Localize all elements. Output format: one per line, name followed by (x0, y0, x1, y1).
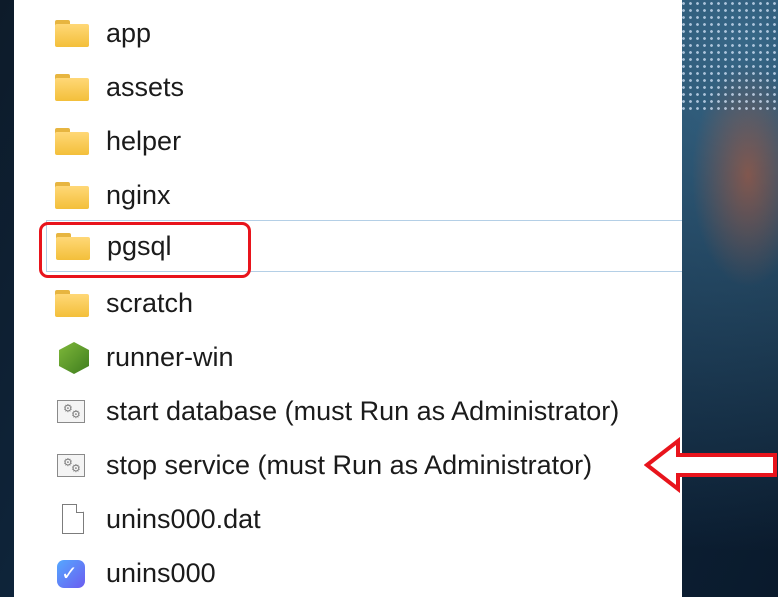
file-item-unins000-dat[interactable]: unins000.dat (54, 497, 261, 541)
folder-icon (54, 17, 92, 49)
left-arrow-annotation (644, 437, 777, 493)
file-item-unins000[interactable]: ✓ unins000 (54, 551, 216, 595)
file-item-label: runner-win (106, 341, 234, 372)
file-item-stop-service[interactable]: ⚙ ⚙ stop service (must Run as Administrat… (54, 443, 592, 487)
file-item-label: assets (106, 71, 185, 102)
file-item-label: start database (must Run as Administrato… (106, 395, 620, 426)
blank-file-icon (54, 503, 92, 535)
folder-icon (54, 125, 92, 157)
file-item-helper[interactable]: helper (54, 119, 181, 163)
file-item-label: helper (106, 125, 182, 156)
node-hexagon-icon (54, 341, 92, 374)
file-item-label: unins000 (106, 557, 216, 588)
folder-icon (54, 179, 92, 211)
file-item-label: scratch (106, 287, 194, 318)
file-item-app[interactable]: app (54, 11, 151, 55)
file-item-runner-win[interactable]: runner-win (54, 335, 234, 379)
file-item-label: app (106, 17, 152, 48)
dot-pattern-decoration (680, 0, 778, 110)
file-item-label: stop service (must Run as Administrator) (106, 449, 593, 480)
folder-icon (54, 71, 92, 103)
config-file-icon: ⚙ ⚙ (54, 449, 92, 481)
file-item-start-database[interactable]: ⚙ ⚙ start database (must Run as Administr… (54, 389, 619, 433)
uninstaller-icon: ✓ (54, 557, 92, 589)
file-item-label: unins000.dat (106, 503, 261, 534)
file-item-label: nginx (106, 179, 171, 210)
file-item-scratch[interactable]: scratch (54, 281, 193, 325)
file-item-assets[interactable]: assets (54, 65, 184, 109)
folder-icon (54, 287, 92, 319)
file-item-nginx[interactable]: nginx (54, 173, 171, 217)
pgsql-highlight-box (39, 222, 251, 278)
file-explorer-list: app assets helper nginx pgsql scratch ru… (14, 0, 682, 597)
config-file-icon: ⚙ ⚙ (54, 395, 92, 427)
